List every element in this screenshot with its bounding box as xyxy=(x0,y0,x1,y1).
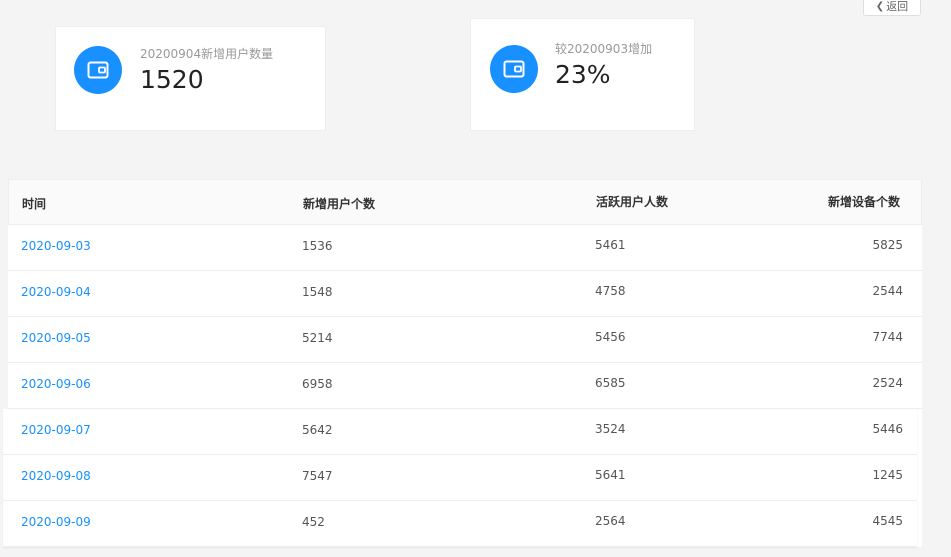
stats-table: 时间 新增用户个数 活跃用户人数 新增设备个数 2020-09-03 1536 … xyxy=(3,179,922,547)
column-header-new-users: 新增用户个数 xyxy=(303,197,376,211)
stat-value: 23% xyxy=(555,60,611,89)
active-users-cell: 2564 xyxy=(595,514,626,528)
back-button-label: 返回 xyxy=(886,0,909,13)
table-row: 2020-09-03 1536 5461 5825 xyxy=(8,225,922,271)
new-users-cell: 5214 xyxy=(302,331,333,345)
date-link[interactable]: 2020-09-03 xyxy=(21,239,91,253)
new-devices-cell: 2544 xyxy=(872,284,903,298)
new-devices-cell: 2524 xyxy=(872,376,903,390)
new-users-cell: 452 xyxy=(302,515,325,529)
column-header-new-devices: 新增设备个数 xyxy=(827,195,900,209)
stat-card-new-users: 20200904新增用户数量 1520 xyxy=(55,26,326,131)
wallet-icon xyxy=(490,45,538,93)
new-users-cell: 1548 xyxy=(302,285,333,299)
date-link[interactable]: 2020-09-07 xyxy=(21,423,91,437)
table-row: 2020-09-07 5642 3524 5446 xyxy=(3,409,917,455)
table-row: 2020-09-06 6958 6585 2524 xyxy=(8,363,922,409)
active-users-cell: 3524 xyxy=(595,422,626,436)
stat-value: 1520 xyxy=(140,65,204,94)
new-devices-cell: 5825 xyxy=(872,238,903,252)
active-users-cell: 6585 xyxy=(595,376,626,390)
chevron-left-icon: ❮ xyxy=(875,0,885,12)
active-users-cell: 5461 xyxy=(595,238,626,252)
date-link[interactable]: 2020-09-09 xyxy=(21,515,91,529)
date-link[interactable]: 2020-09-08 xyxy=(21,469,91,483)
table-row: 2020-09-04 1548 4758 2544 xyxy=(8,271,922,317)
new-users-cell: 1536 xyxy=(302,239,333,253)
date-link[interactable]: 2020-09-06 xyxy=(21,377,91,391)
table-header: 时间 新增用户个数 活跃用户人数 新增设备个数 xyxy=(8,179,922,225)
new-devices-cell: 4545 xyxy=(872,514,903,528)
back-button[interactable]: ❮ 返回 xyxy=(863,0,921,16)
active-users-cell: 5456 xyxy=(595,330,626,344)
table-row: 2020-09-09 452 2564 4545 xyxy=(3,501,917,547)
wallet-icon xyxy=(74,46,122,94)
table-row: 2020-09-05 5214 5456 7744 xyxy=(8,317,922,363)
column-header-time: 时间 xyxy=(22,197,47,211)
stat-label: 较20200903增加 xyxy=(555,42,653,56)
active-users-cell: 4758 xyxy=(595,284,626,298)
active-users-cell: 5641 xyxy=(595,468,626,482)
new-users-cell: 6958 xyxy=(302,377,333,391)
column-header-active-users: 活跃用户人数 xyxy=(596,195,669,209)
new-devices-cell: 1245 xyxy=(872,468,903,482)
table-row: 2020-09-08 7547 5641 1245 xyxy=(3,455,917,501)
new-users-cell: 7547 xyxy=(302,469,333,483)
new-devices-cell: 7744 xyxy=(872,330,903,344)
stat-card-growth: 较20200903增加 23% xyxy=(470,18,695,131)
date-link[interactable]: 2020-09-05 xyxy=(21,331,91,345)
new-users-cell: 5642 xyxy=(302,423,333,437)
stat-label: 20200904新增用户数量 xyxy=(140,47,274,61)
new-devices-cell: 5446 xyxy=(872,422,903,436)
date-link[interactable]: 2020-09-04 xyxy=(21,285,91,299)
